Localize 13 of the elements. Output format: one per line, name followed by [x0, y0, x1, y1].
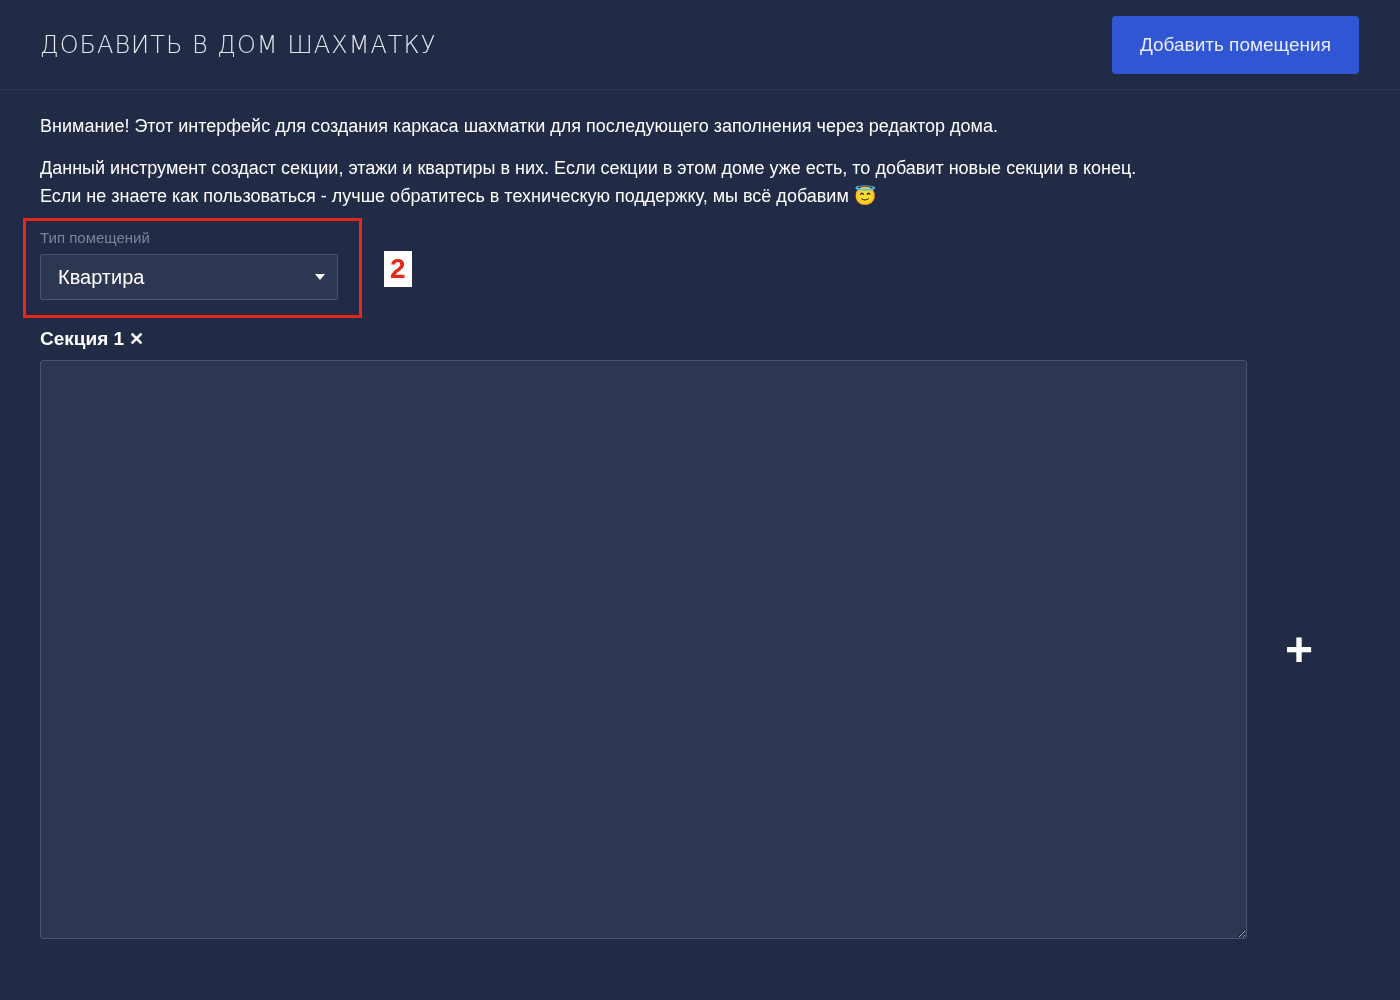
remove-section-button[interactable]: ✕: [129, 328, 145, 350]
notice-text: Внимание! Этот интерфейс для создания каркаса шахматки для последующего заполнения через редактор дома.: [40, 115, 999, 138]
page-title: ДОБАВИТЬ В ДОМ ШАХМАТКУ: [40, 30, 437, 59]
caret-icon: [315, 274, 325, 280]
info-text: Если не знаете как пользоваться - лучше обратитесь в техническую поддержку, мы всё добавим 😇: [40, 184, 877, 208]
room-type-select[interactable]: Квартира: [40, 254, 338, 300]
field-label: Тип помещений: [40, 229, 151, 246]
section-text-area[interactable]: [40, 360, 1247, 939]
add-rooms-button[interactable]: Добавить помещения: [1111, 15, 1359, 74]
info-text: Данный инструмент создаст секции, этажи и квартиры в них. Если секции в этом доме уже есть, то добавит новые секции в конец.: [40, 157, 1138, 180]
annotation-number: 2: [384, 251, 412, 287]
section-title: Секция 1: [40, 328, 125, 350]
add-section-button[interactable]: +: [1285, 625, 1314, 674]
